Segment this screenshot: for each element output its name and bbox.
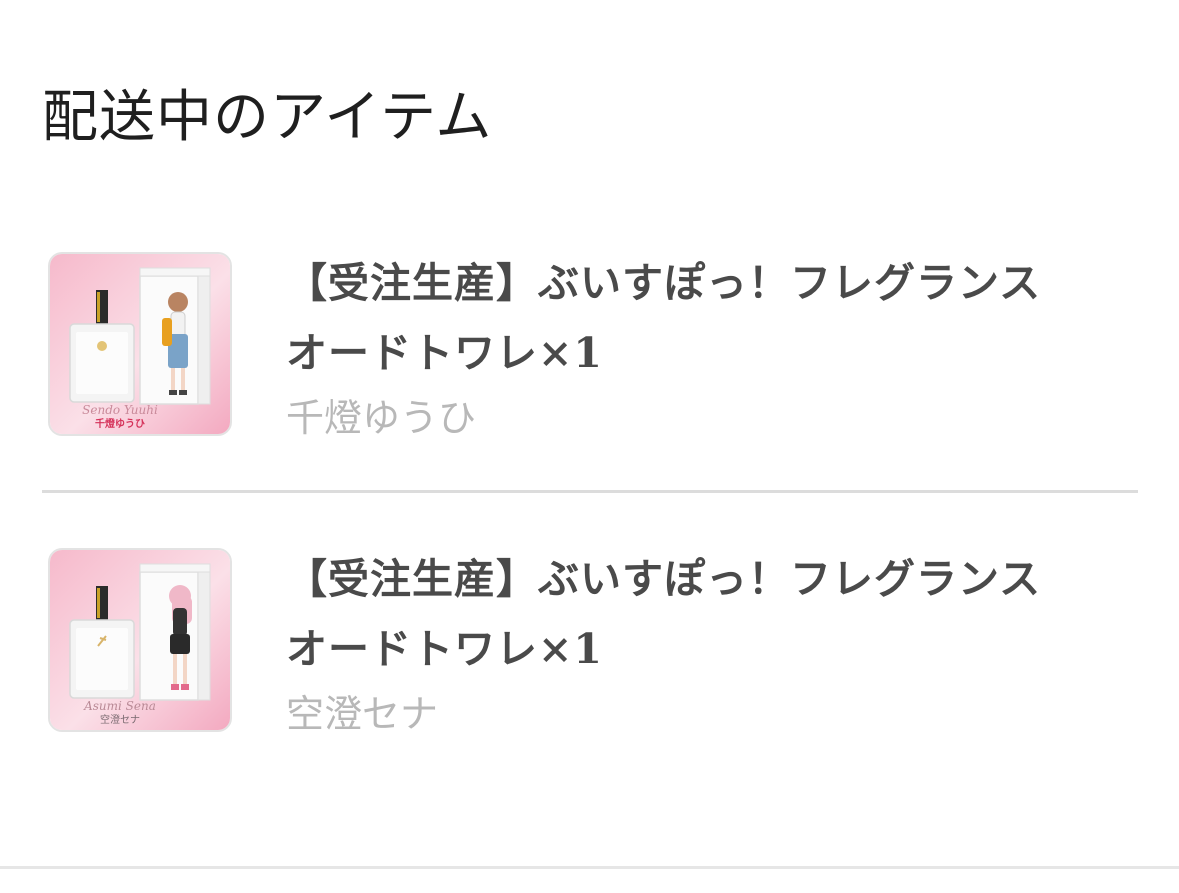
product-thumbnail[interactable]: Sendo Yuuhi 千燈ゆうひ xyxy=(48,252,232,436)
item-name[interactable]: 【受注生産】ぶいすぽっ！フレグランス オードトワレ×1 xyxy=(286,248,1106,388)
divider xyxy=(42,490,1138,493)
product-thumbnail[interactable]: Asumi Sena 空澄セナ xyxy=(48,548,232,732)
character-icon xyxy=(168,292,188,312)
section-title: 配送中のアイテム xyxy=(42,85,493,150)
item-quantity: ×1 xyxy=(538,329,603,377)
svg-text:千燈ゆうひ: 千燈ゆうひ xyxy=(95,417,145,430)
item-name-text[interactable]: 【受注生産】ぶいすぽっ！フレグランス オードトワレ xyxy=(286,555,1083,673)
item-character: 千燈ゆうひ xyxy=(286,396,477,440)
item-name[interactable]: 【受注生産】ぶいすぽっ！フレグランス オードトワレ×1 xyxy=(286,544,1106,684)
svg-text:Asumi Sena: Asumi Sena xyxy=(83,699,156,713)
item-character: 空澄セナ xyxy=(286,692,439,736)
item-name-text[interactable]: 【受注生産】ぶいすぽっ！フレグランス オードトワレ xyxy=(286,259,1083,377)
svg-text:Sendo Yuuhi: Sendo Yuuhi xyxy=(82,403,158,417)
divider xyxy=(0,866,1179,869)
svg-text:空澄セナ: 空澄セナ xyxy=(100,713,140,726)
item-info: 【受注生産】ぶいすぽっ！フレグランス オードトワレ×1 千燈ゆうひ xyxy=(286,248,1106,448)
item-info: 【受注生産】ぶいすぽっ！フレグランス オードトワレ×1 空澄セナ xyxy=(286,544,1106,744)
item-quantity: ×1 xyxy=(538,625,603,673)
perfume-product-image: Asumi Sena 空澄セナ xyxy=(50,550,230,730)
perfume-product-image: Sendo Yuuhi 千燈ゆうひ xyxy=(50,254,230,434)
